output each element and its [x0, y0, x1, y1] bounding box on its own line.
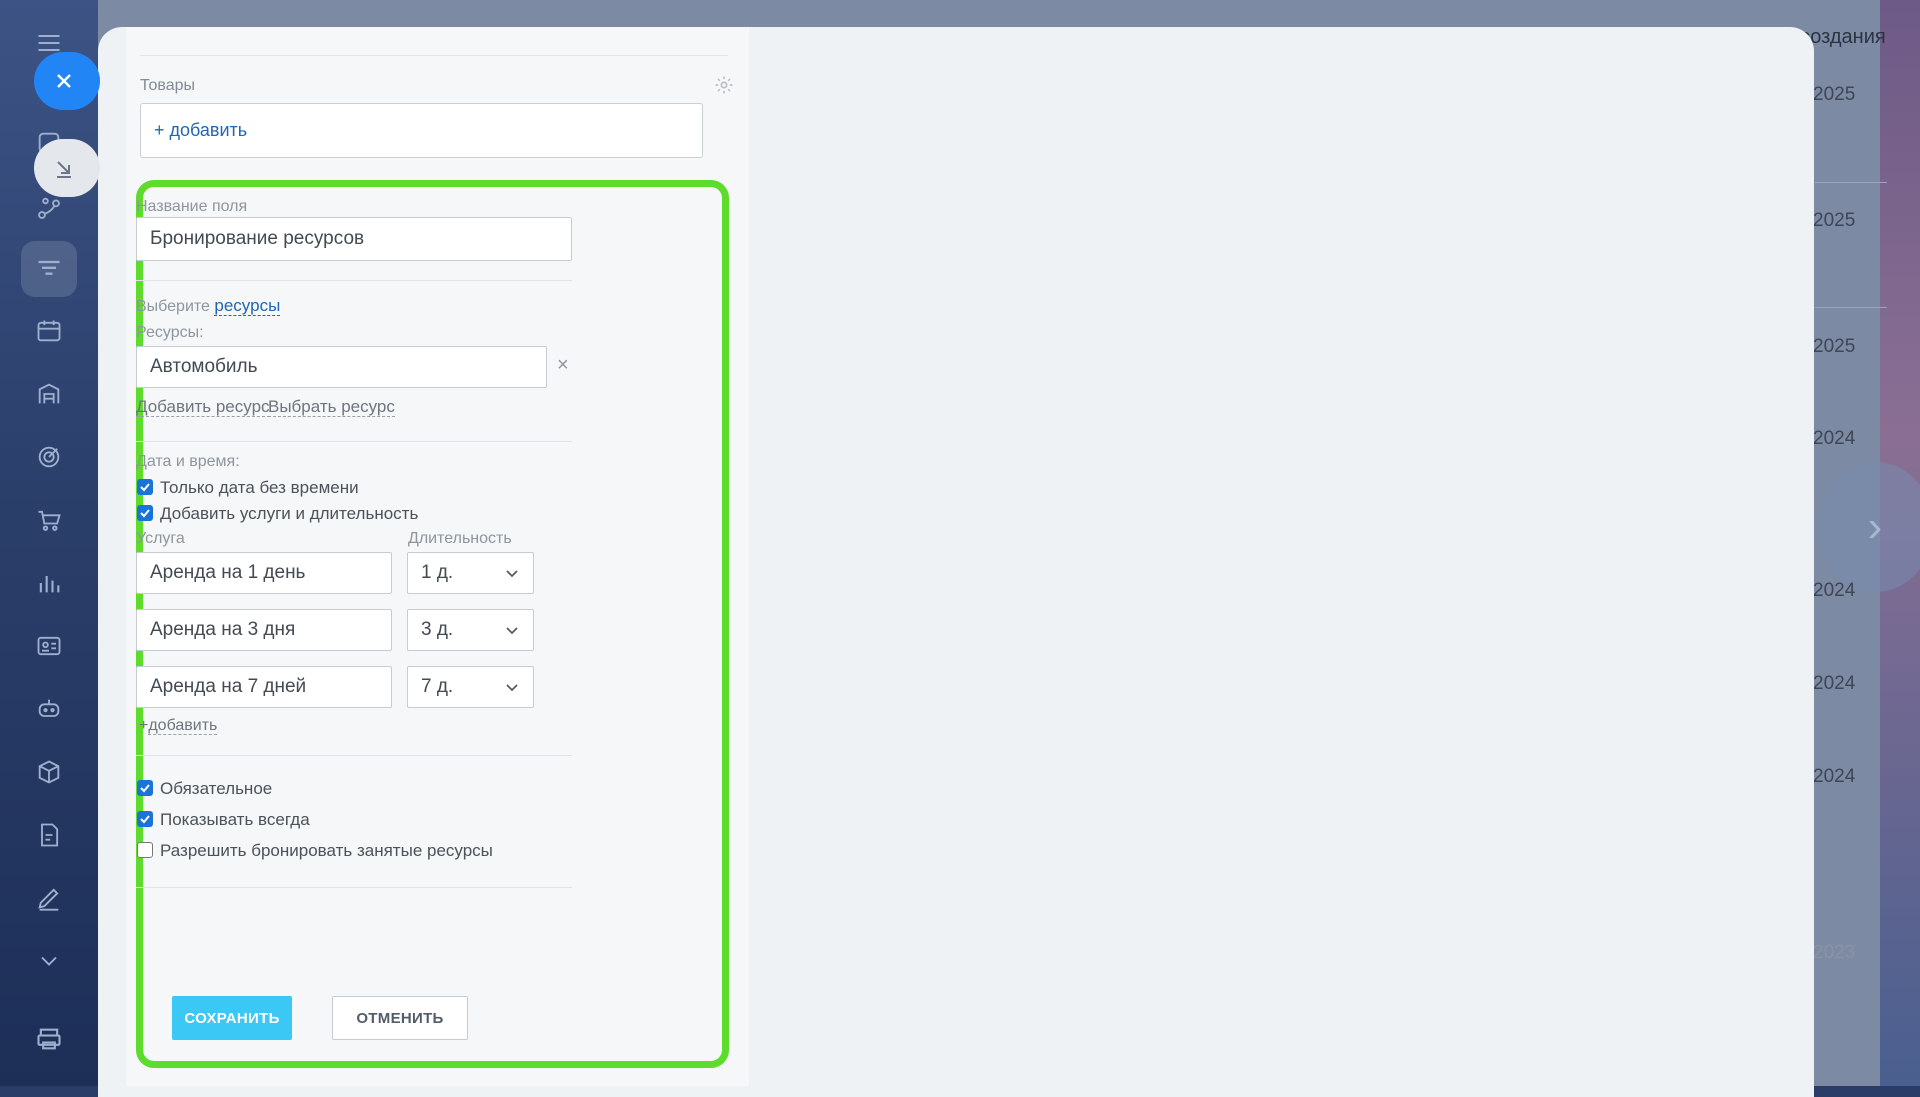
- checkbox-label: Добавить услуги и длительность: [160, 504, 419, 523]
- resources-label: Ресурсы:: [136, 324, 204, 341]
- chevron-down-icon[interactable]: [34, 946, 64, 976]
- goods-label: Товары: [140, 77, 196, 94]
- pencil-icon[interactable]: [34, 883, 64, 913]
- background-row-divider: [1815, 307, 1887, 308]
- goods-field[interactable]: + добавить: [140, 103, 703, 158]
- background-year: 2024: [1813, 673, 1856, 694]
- add-goods-link[interactable]: + добавить: [154, 120, 247, 141]
- choose-prefix: Выберите: [136, 298, 210, 315]
- robot-icon[interactable]: [34, 694, 64, 724]
- checkbox-allow-busy[interactable]: [137, 842, 153, 858]
- target-icon[interactable]: [34, 442, 64, 472]
- divider: [136, 280, 572, 281]
- field-name-input[interactable]: Бронирование ресурсов: [136, 217, 572, 261]
- divider: [136, 441, 572, 442]
- service-name-input[interactable]: Аренда на 3 дня: [136, 609, 392, 651]
- contact-card-icon[interactable]: [34, 631, 64, 661]
- remove-resource-icon[interactable]: ×: [557, 354, 569, 377]
- duration-value: 1 д.: [421, 562, 454, 583]
- checkbox-label: Обязательное: [160, 779, 273, 798]
- box-icon[interactable]: [34, 757, 64, 787]
- duration-column-header: Длительность: [408, 530, 512, 547]
- divider: [136, 887, 572, 888]
- choose-resources-link[interactable]: ресурсы: [214, 296, 281, 316]
- flow-icon[interactable]: [34, 193, 64, 223]
- checkbox-label: Только дата без времени: [160, 478, 359, 497]
- printer-icon[interactable]: [34, 1024, 64, 1054]
- add-service-link[interactable]: +добавить: [139, 717, 218, 735]
- chevron-down-icon: [506, 627, 518, 635]
- duration-select[interactable]: 7 д.: [407, 666, 534, 708]
- field-name-label: Название поля: [136, 198, 248, 215]
- background-year: 2025: [1813, 336, 1856, 357]
- checkbox-services-duration[interactable]: [137, 505, 153, 521]
- slider-panel: Товары + добавить Название поля Брониров…: [98, 27, 1814, 1097]
- minimize-arrow-icon: [57, 161, 71, 178]
- pick-resource-link[interactable]: Выбрать ресурс: [268, 397, 395, 417]
- add-resource-link[interactable]: Добавить ресурс: [136, 397, 270, 417]
- checkbox-date-only[interactable]: [137, 479, 153, 495]
- service-name-input[interactable]: Аренда на 7 дней: [136, 666, 392, 708]
- collapse-slider-button[interactable]: [34, 139, 100, 197]
- next-arrow-button[interactable]: ›: [1820, 462, 1920, 592]
- add-service-text: добавить: [148, 717, 218, 735]
- divider: [140, 55, 728, 56]
- background-year: 2024: [1813, 428, 1856, 449]
- background-year: 2023: [1813, 942, 1856, 963]
- chevron-down-icon: [506, 684, 518, 692]
- checkbox-show-always[interactable]: [137, 811, 153, 827]
- field-editor-card: Название поля Бронирование ресурсов Выбе…: [136, 190, 702, 1060]
- background-year: 2025: [1813, 210, 1856, 231]
- service-name-input[interactable]: Аренда на 1 день: [136, 552, 392, 594]
- background-year: 2024: [1813, 580, 1856, 601]
- service-column-header: Услуга: [136, 530, 185, 547]
- duration-value: 7 д.: [421, 676, 454, 697]
- save-button[interactable]: СОХРАНИТЬ: [172, 996, 292, 1040]
- duration-select[interactable]: 1 д.: [407, 552, 534, 594]
- close-icon: [57, 74, 71, 88]
- resource-input[interactable]: Автомобиль: [136, 346, 547, 388]
- chevron-right-icon: ›: [1867, 502, 1883, 551]
- chevron-down-icon: [506, 570, 518, 578]
- analytics-icon[interactable]: [34, 568, 64, 598]
- background-year: 2025: [1813, 84, 1856, 105]
- duration-value: 3 д.: [421, 619, 454, 640]
- calendar-icon[interactable]: [34, 316, 64, 346]
- divider: [136, 755, 572, 756]
- storage-icon[interactable]: [34, 379, 64, 409]
- cart-icon[interactable]: [34, 505, 64, 535]
- choose-resources-row: Выберите ресурсы: [136, 296, 281, 316]
- close-slider-button[interactable]: [34, 52, 100, 110]
- document-edit-icon[interactable]: [34, 820, 64, 850]
- checkbox-label: Показывать всегда: [160, 810, 310, 829]
- checkbox-label: Разрешить бронировать занятые ресурсы: [160, 841, 493, 860]
- checkbox-required[interactable]: [137, 780, 153, 796]
- gear-icon[interactable]: [714, 75, 734, 95]
- datetime-label: Дата и время:: [136, 453, 240, 470]
- background-row-divider: [1815, 182, 1887, 183]
- funnel-icon[interactable]: [34, 254, 64, 284]
- duration-select[interactable]: 3 д.: [407, 609, 534, 651]
- cancel-button[interactable]: ОТМЕНИТЬ: [332, 996, 468, 1040]
- background-year: 2024: [1813, 766, 1856, 787]
